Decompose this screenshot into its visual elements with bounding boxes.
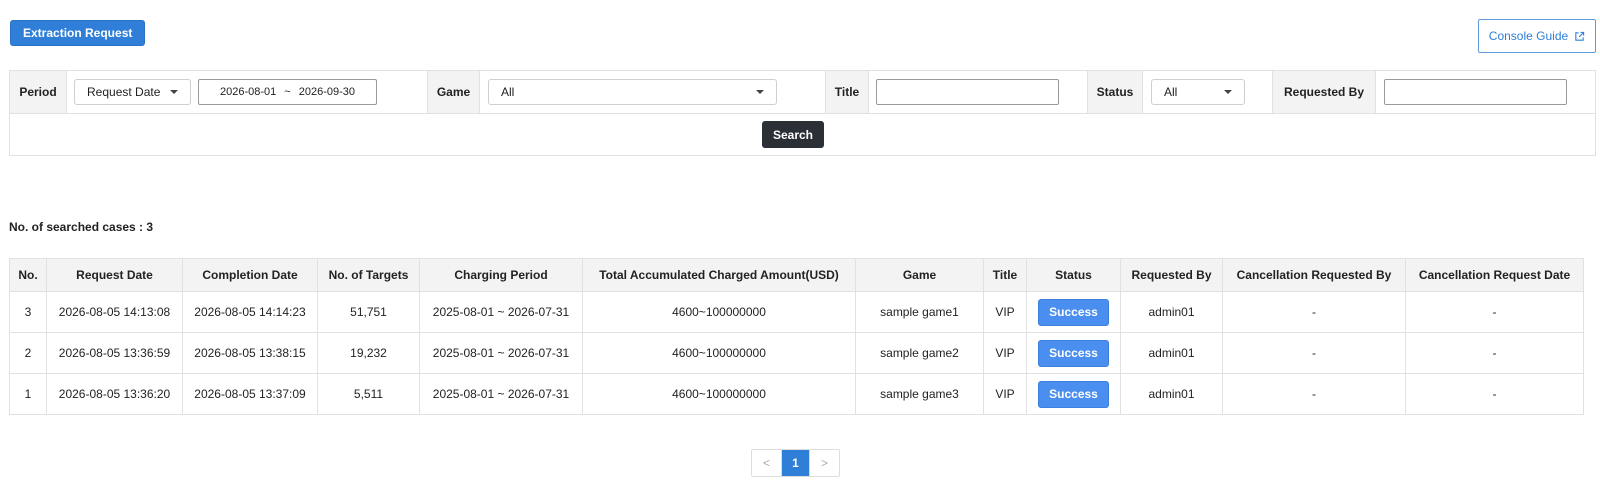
period-type-value: Request Date (87, 85, 161, 99)
cell-title: VIP (983, 332, 1027, 374)
column-header: Title (983, 258, 1027, 292)
filter-row: Period Request Date 2026-08-01 ~ 2026-09… (10, 71, 1595, 114)
cell-no: 1 (9, 373, 47, 415)
period-label: Period (10, 71, 67, 113)
page-1-button[interactable]: 1 (781, 450, 810, 476)
column-header: No. of Targets (317, 258, 420, 292)
extraction-request-button[interactable]: Extraction Request (10, 20, 146, 46)
pagination: < 1 > (751, 449, 840, 477)
status-select[interactable]: All (1151, 79, 1245, 105)
cell-targets: 5,511 (317, 373, 420, 415)
cell-completion-date: 2026-08-05 14:14:23 (182, 291, 318, 333)
cell-title: VIP (983, 291, 1027, 333)
next-page-button[interactable]: > (810, 450, 839, 476)
column-header: No. (9, 258, 47, 292)
column-header: Charging Period (419, 258, 583, 292)
cell-game: sample game1 (855, 291, 984, 333)
table-row[interactable]: 1 2026-08-05 13:36:20 2026-08-05 13:37:0… (9, 373, 1584, 415)
cell-charging-period: 2025-08-01 ~ 2026-07-31 (419, 291, 583, 333)
date-to: 2026-09-30 (298, 86, 355, 98)
cell-no: 3 (9, 291, 47, 333)
cell-amount: 4600~100000000 (582, 373, 856, 415)
search-button[interactable]: Search (762, 121, 824, 148)
game-value: All (501, 85, 515, 99)
cell-cancellation-request-date: - (1405, 291, 1584, 333)
console-guide-button[interactable]: Console Guide (1478, 19, 1596, 53)
cell-requested-by: admin01 (1120, 291, 1223, 333)
cell-targets: 51,751 (317, 291, 420, 333)
cell-game: sample game2 (855, 332, 984, 374)
cell-amount: 4600~100000000 (582, 332, 856, 374)
cell-cancellation-request-date: - (1405, 332, 1584, 374)
cell-request-date: 2026-08-05 14:13:08 (46, 291, 183, 333)
results-table: No. Request Date Completion Date No. of … (9, 258, 1584, 415)
searched-cases-count: No. of searched cases : 3 (9, 220, 154, 234)
date-range-input[interactable]: 2026-08-01 ~ 2026-09-30 (198, 79, 377, 105)
requested-by-input[interactable] (1384, 79, 1567, 105)
requested-by-label: Requested By (1272, 71, 1376, 113)
table-row[interactable]: 2 2026-08-05 13:36:59 2026-08-05 13:38:1… (9, 332, 1584, 374)
game-select[interactable]: All (488, 79, 777, 105)
status-label: Status (1087, 71, 1143, 113)
cell-cancellation-requested-by: - (1222, 291, 1406, 333)
cell-completion-date: 2026-08-05 13:37:09 (182, 373, 318, 415)
status-success-button[interactable]: Success (1038, 339, 1109, 367)
cell-cancellation-request-date: - (1405, 373, 1584, 415)
game-label: Game (427, 71, 480, 113)
external-link-icon (1575, 31, 1585, 41)
chevron-down-icon (1224, 90, 1232, 94)
table-row[interactable]: 3 2026-08-05 14:13:08 2026-08-05 14:14:2… (9, 291, 1584, 333)
console-guide-label: Console Guide (1488, 29, 1569, 43)
column-header: Status (1026, 258, 1121, 292)
cell-request-date: 2026-08-05 13:36:20 (46, 373, 183, 415)
column-header: Cancellation Request Date (1405, 258, 1584, 292)
cell-status: Success (1026, 291, 1121, 333)
cell-no: 2 (9, 332, 47, 374)
chevron-down-icon (170, 90, 178, 94)
column-header: Game (855, 258, 984, 292)
cell-game: sample game3 (855, 373, 984, 415)
cell-requested-by: admin01 (1120, 373, 1223, 415)
cell-completion-date: 2026-08-05 13:38:15 (182, 332, 318, 374)
prev-page-button[interactable]: < (752, 450, 781, 476)
column-header: Total Accumulated Charged Amount(USD) (582, 258, 856, 292)
column-header: Requested By (1120, 258, 1223, 292)
column-header: Cancellation Requested By (1222, 258, 1406, 292)
title-input[interactable] (876, 79, 1059, 105)
date-from: 2026-08-01 (220, 86, 277, 98)
chevron-down-icon (756, 90, 764, 94)
status-value: All (1164, 85, 1178, 99)
column-header: Request Date (46, 258, 183, 292)
cell-status: Success (1026, 332, 1121, 374)
cell-amount: 4600~100000000 (582, 291, 856, 333)
cell-charging-period: 2025-08-01 ~ 2026-07-31 (419, 373, 583, 415)
cell-cancellation-requested-by: - (1222, 373, 1406, 415)
cell-targets: 19,232 (317, 332, 420, 374)
status-success-button[interactable]: Success (1038, 298, 1109, 326)
status-success-button[interactable]: Success (1038, 380, 1109, 408)
column-header: Completion Date (182, 258, 318, 292)
table-header-row: No. Request Date Completion Date No. of … (9, 258, 1584, 292)
cell-charging-period: 2025-08-01 ~ 2026-07-31 (419, 332, 583, 374)
cell-request-date: 2026-08-05 13:36:59 (46, 332, 183, 374)
cell-cancellation-requested-by: - (1222, 332, 1406, 374)
title-label: Title (825, 71, 869, 113)
cell-title: VIP (983, 373, 1027, 415)
cell-status: Success (1026, 373, 1121, 415)
date-separator: ~ (284, 86, 291, 98)
period-type-select[interactable]: Request Date (74, 79, 191, 105)
cell-requested-by: admin01 (1120, 332, 1223, 374)
